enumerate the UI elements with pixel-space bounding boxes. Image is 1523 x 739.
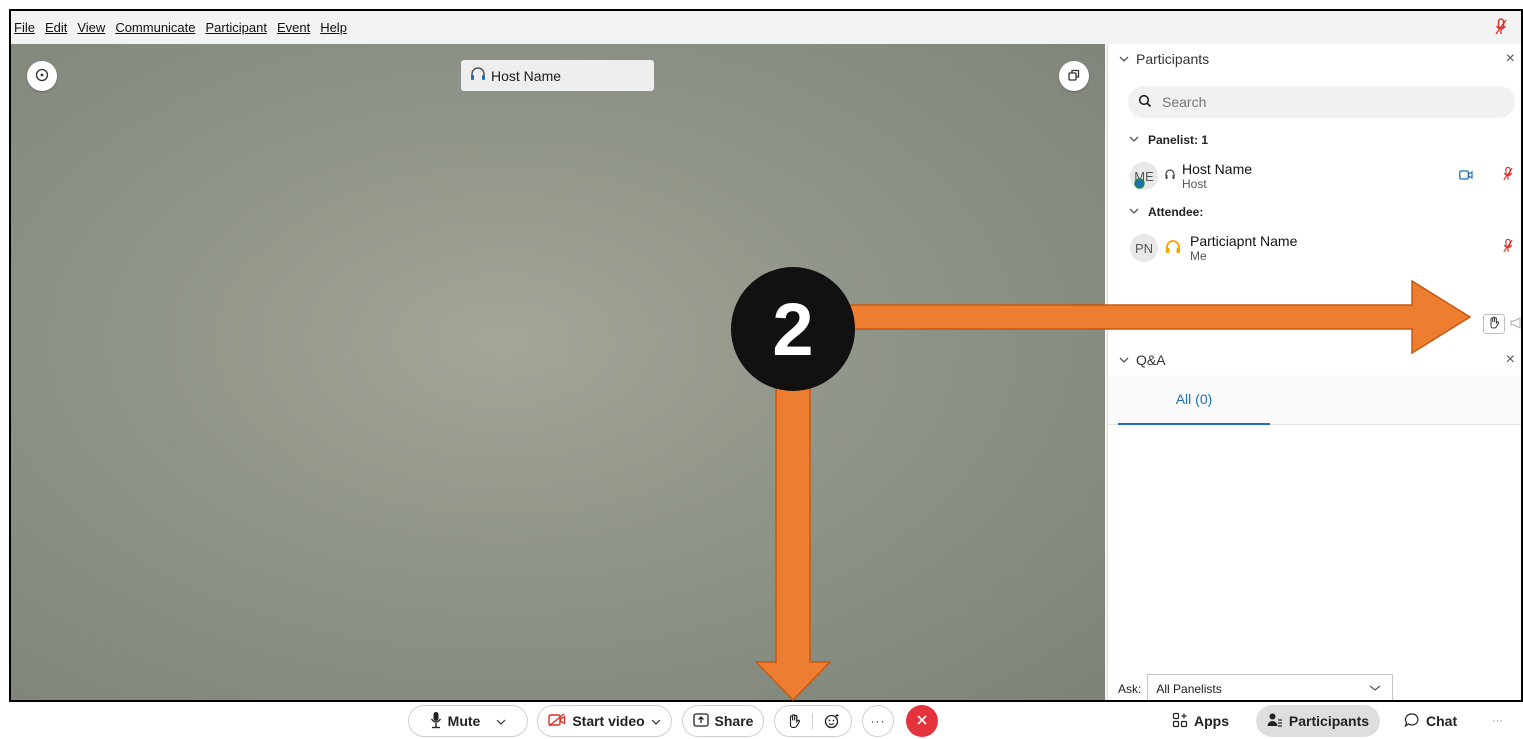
meeting-toolbar: Mute Start video Share ··· Apps Particip… [0,702,1523,739]
qa-tabs: All (0) [1108,375,1521,425]
more-icon: ··· [870,714,886,728]
chevron-down-icon[interactable] [1118,51,1130,67]
participant-name: Particiapnt Name [1190,232,1298,249]
video-camera-icon[interactable] [1459,168,1473,183]
megaphone-icon[interactable] [1509,316,1521,332]
headset-icon [1164,168,1176,184]
attendee-group-label: Attendee: [1148,205,1204,219]
popout-icon [1067,68,1081,85]
apps-button[interactable]: Apps [1172,705,1229,737]
participant-search[interactable] [1128,86,1515,118]
start-video-button[interactable]: Start video [537,705,672,737]
chevron-down-icon [1128,133,1140,147]
participants-panel: Participants × Panelist: 1 ME [1107,44,1521,700]
host-name-label: Host Name [491,67,562,84]
search-input[interactable] [1162,94,1462,110]
video-off-icon [548,712,566,730]
avatar: ME [1130,162,1158,190]
participant-name: Host Name [1182,160,1253,177]
ask-row: Ask: All Panelists [1118,674,1394,700]
avatar-initials: PN [1134,240,1154,256]
active-speaker-label: Host Name [461,60,654,91]
participants-button[interactable]: Participants [1256,705,1380,737]
close-participants-icon[interactable]: × [1506,50,1515,68]
participant-role: Host [1182,176,1207,191]
mute-label: Mute [447,713,481,729]
qa-header: Q&A × [1108,345,1521,375]
panelist-group-label: Panelist: 1 [1148,133,1209,147]
menu-file[interactable]: File [14,20,35,35]
chevron-down-icon [1368,682,1382,696]
menu-help[interactable]: Help [320,20,347,35]
raise-hand-button[interactable] [1483,314,1505,334]
menu-communicate[interactable]: Communicate [115,20,195,35]
chevron-down-icon [1128,205,1140,219]
muted-mic-icon[interactable] [1503,166,1513,185]
popout-video-button[interactable] [1059,61,1089,91]
overflow-menu-icon[interactable]: ··· [1492,705,1503,737]
participant-row-me[interactable]: PN Particiapnt Name Me [1108,224,1521,272]
tab-all-questions[interactable]: All (0) [1118,375,1270,425]
status-dot-icon [1134,177,1145,192]
avatar: PN [1130,234,1158,262]
raise-hand-button[interactable] [775,713,813,729]
menu-participant[interactable]: Participant [206,20,267,35]
share-label: Share [714,713,754,729]
ask-recipient-value: All Panelists [1156,682,1222,696]
mute-button[interactable]: Mute [408,705,528,737]
search-icon [1138,94,1152,111]
chat-label: Chat [1426,713,1458,729]
close-icon [916,714,928,729]
chevron-down-icon[interactable] [496,713,506,729]
headset-icon [1164,239,1182,257]
chevron-down-icon[interactable] [1118,352,1130,368]
qa-panel: Q&A × All (0) [1108,345,1521,425]
more-options-button[interactable]: ··· [862,705,894,737]
reactions-button[interactable] [813,713,851,729]
layout-info-button[interactable] [27,61,57,91]
participants-label: Participants [1288,713,1370,729]
muted-mic-icon[interactable] [1495,18,1507,39]
muted-mic-icon[interactable] [1503,238,1513,257]
menu-edit[interactable]: Edit [45,20,67,35]
video-stage: Host Name [11,44,1105,700]
menu-bar: File Edit View Communicate Participant E… [11,11,1521,44]
reactions-group [774,705,852,737]
ask-label: Ask: [1118,682,1142,696]
apps-grid-icon [1172,712,1188,731]
chat-bubble-icon [1404,712,1420,731]
participants-title: Participants [1136,51,1210,67]
share-button[interactable]: Share [682,705,764,737]
attendee-group[interactable]: Attendee: [1108,200,1521,224]
info-circle-icon [35,68,49,85]
participant-actions [1483,314,1521,334]
participants-icon [1267,712,1283,731]
hand-icon [1488,316,1500,332]
participants-header: Participants × [1108,44,1521,74]
menu-view[interactable]: View [77,20,105,35]
qa-title: Q&A [1136,352,1166,368]
webex-window: File Edit View Communicate Participant E… [9,9,1523,702]
leave-meeting-button[interactable] [906,705,938,737]
participant-row-host[interactable]: ME Host Name Host [1108,152,1521,200]
share-screen-icon [692,712,709,730]
participant-role: Me [1190,248,1207,263]
close-qa-icon[interactable]: × [1506,351,1515,369]
headset-icon [469,67,487,84]
start-video-label: Start video [572,713,645,729]
chevron-down-icon[interactable] [651,713,661,729]
chat-button[interactable]: Chat [1404,705,1457,737]
apps-label: Apps [1194,713,1229,729]
microphone-icon [430,711,442,732]
panelist-group[interactable]: Panelist: 1 [1108,128,1521,152]
menu-event[interactable]: Event [277,20,310,35]
ask-recipient-select[interactable]: All Panelists [1147,674,1394,700]
